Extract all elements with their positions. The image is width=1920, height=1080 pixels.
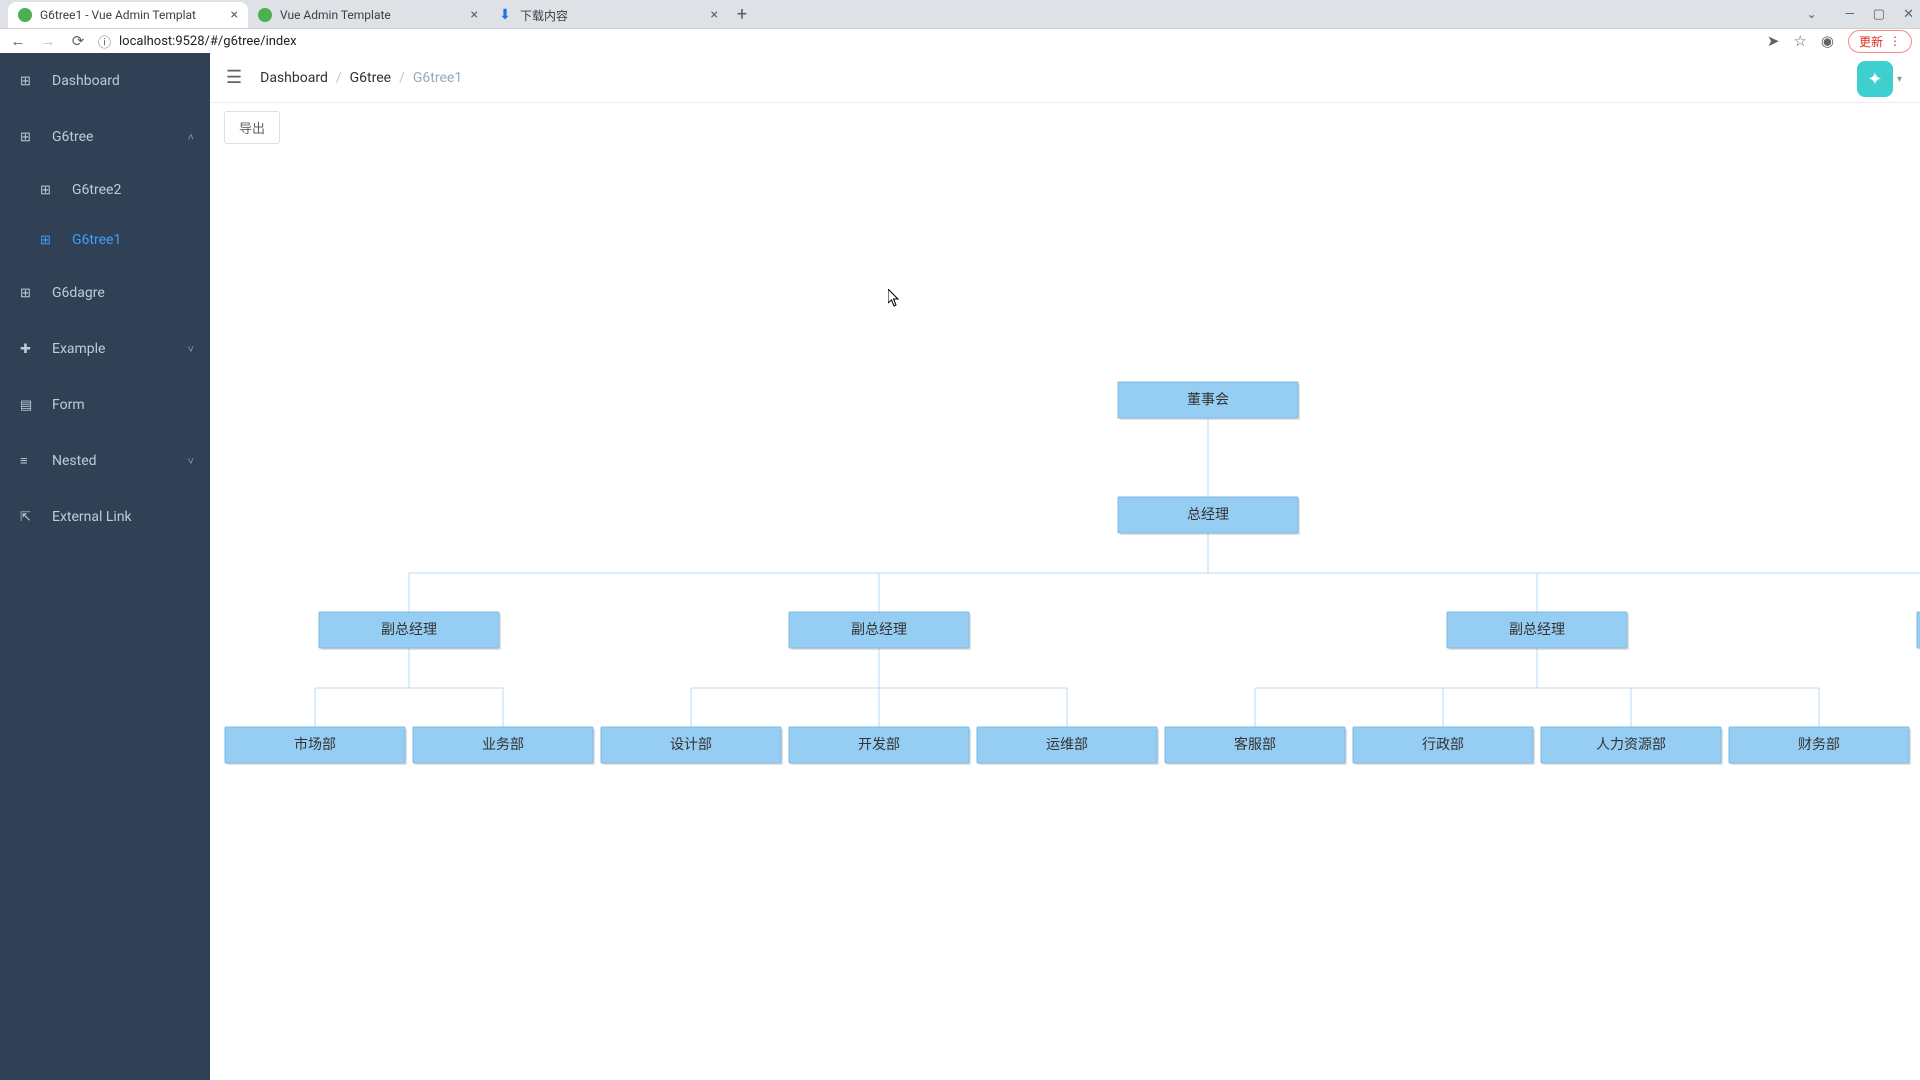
breadcrumb-current: G6tree1	[413, 70, 462, 86]
tree-icon: ⊞	[20, 130, 38, 145]
hamburger-icon[interactable]: ☰	[226, 67, 242, 88]
tree-icon: ⊞	[20, 286, 38, 301]
sidebar-item-external-link[interactable]: ⇱ External Link	[0, 489, 210, 545]
org-node-label: 董事会	[1187, 392, 1229, 408]
url-box[interactable]: ⓘ localhost:9528/#/g6tree/index	[98, 32, 1757, 51]
sidebar-item-g6tree[interactable]: ⊞ G6tree ˄	[0, 109, 210, 165]
sidebar: ⊞ Dashboard ⊞ G6tree ˄ ⊞ G6tree2 ⊞ G6tre…	[0, 53, 210, 1080]
download-icon: ⬇	[498, 8, 512, 22]
org-node-label: 市场部	[294, 736, 336, 753]
tree-icon: ⊞	[40, 183, 58, 198]
browser-tab[interactable]: ⬇ 下载内容 ×	[488, 2, 728, 28]
sidebar-item-form[interactable]: ▤ Form	[0, 377, 210, 433]
export-button[interactable]: 导出	[224, 111, 280, 144]
org-node-label: 客服部	[1234, 736, 1276, 753]
org-node-label: 总经理	[1187, 507, 1229, 523]
star-icon[interactable]: ☆	[1793, 32, 1806, 50]
org-node-label: 人力资源部	[1596, 737, 1666, 753]
chevron-down-icon: ˅	[188, 343, 194, 356]
browser-tab-active[interactable]: G6tree1 - Vue Admin Templat ×	[8, 2, 248, 28]
breadcrumb: Dashboard / G6tree / G6tree1	[260, 70, 462, 86]
sidebar-item-label: G6dagre	[52, 285, 105, 301]
send-icon[interactable]: ➤	[1767, 32, 1780, 50]
app-root: ⊞ Dashboard ⊞ G6tree ˄ ⊞ G6tree2 ⊞ G6tre…	[0, 53, 1920, 1080]
breadcrumb-item[interactable]: Dashboard	[260, 70, 328, 86]
profile-icon[interactable]: ◉	[1821, 32, 1834, 50]
avatar[interactable]: ✦	[1857, 61, 1893, 97]
window-maximize[interactable]: ▢	[1873, 7, 1885, 22]
sidebar-item-label: External Link	[52, 509, 132, 525]
forward-button[interactable]: →	[38, 32, 58, 50]
sidebar-item-g6dagre[interactable]: ⊞ G6dagre	[0, 265, 210, 321]
sidebar-item-example[interactable]: ✚ Example ˅	[0, 321, 210, 377]
sidebar-item-dashboard[interactable]: ⊞ Dashboard	[0, 53, 210, 109]
back-button[interactable]: ←	[8, 32, 28, 50]
sidebar-item-label: G6tree1	[72, 232, 121, 248]
sidebar-item-g6tree1[interactable]: ⊞ G6tree1	[0, 215, 210, 265]
sidebar-item-label: Example	[52, 341, 105, 357]
org-node-label: 业务部	[482, 737, 524, 753]
reload-button[interactable]: ⟳	[68, 32, 88, 50]
close-icon[interactable]: ×	[231, 7, 238, 23]
sidebar-item-label: Nested	[52, 453, 97, 469]
org-node-label: 副总经理	[381, 622, 437, 638]
window-controls: ⌄ — ▢ ✕	[1807, 0, 1914, 28]
close-icon[interactable]: ×	[471, 7, 478, 23]
org-chart-canvas[interactable]: 董事会总经理副总经理市场部 业务部 副总经理设计部 开发部 运维部 副总经理客服部 行政部 人…	[210, 152, 1920, 1080]
window-close[interactable]: ✕	[1903, 7, 1914, 22]
tree-icon: ⊞	[40, 233, 58, 248]
toolbar-right: ➤ ☆ ◉ 更新 ⋮	[1767, 30, 1912, 53]
dashboard-icon: ⊞	[20, 74, 38, 89]
favicon-vue	[18, 8, 32, 22]
sidebar-item-g6tree2[interactable]: ⊞ G6tree2	[0, 165, 210, 215]
update-label: 更新	[1859, 33, 1883, 50]
org-node-label: 设计部	[670, 737, 712, 753]
browser-tab[interactable]: Vue Admin Template ×	[248, 2, 488, 28]
org-node-label: 副总经理	[851, 622, 907, 638]
kebab-icon: ⋮	[1889, 34, 1901, 48]
update-button[interactable]: 更新 ⋮	[1848, 30, 1912, 53]
topbar: ☰ Dashboard / G6tree / G6tree1 ✦ ▾	[210, 53, 1920, 103]
org-tree-svg[interactable]: 董事会总经理副总经理市场部 业务部 副总经理设计部 开发部 运维部 副总经理客服部 行政部 人…	[210, 152, 1920, 1052]
breadcrumb-sep: /	[399, 70, 405, 86]
org-node-label: 运维部	[1046, 737, 1088, 753]
org-node-label: 财务部	[1798, 737, 1840, 753]
nested-icon: ≡	[20, 453, 38, 469]
favicon-vue	[258, 8, 272, 22]
form-icon: ▤	[20, 398, 38, 413]
site-info-icon[interactable]: ⓘ	[98, 32, 111, 51]
sidebar-item-label: Form	[52, 397, 85, 413]
breadcrumb-item[interactable]: G6tree	[350, 70, 391, 86]
toolbar: 导出	[210, 103, 1920, 152]
tab-title: 下载内容	[520, 7, 705, 24]
address-bar: ← → ⟳ ⓘ localhost:9528/#/g6tree/index ➤ …	[0, 28, 1920, 53]
org-node-label: 行政部	[1422, 737, 1464, 753]
sidebar-item-label: G6tree2	[72, 182, 121, 198]
breadcrumb-sep: /	[336, 70, 342, 86]
window-minimize[interactable]: —	[1845, 7, 1855, 22]
tab-title: G6tree1 - Vue Admin Templat	[40, 8, 225, 22]
caret-down-icon: ▾	[1897, 74, 1902, 85]
main-panel: ☰ Dashboard / G6tree / G6tree1 ✦ ▾ 导出 董事…	[210, 53, 1920, 1080]
close-icon[interactable]: ×	[711, 7, 718, 23]
browser-chrome: G6tree1 - Vue Admin Templat × Vue Admin …	[0, 0, 1920, 53]
chevron-down-icon[interactable]: ⌄	[1807, 7, 1817, 21]
chevron-down-icon: ˅	[188, 455, 194, 468]
chevron-up-icon: ˄	[188, 131, 194, 144]
org-node-label: 开发部	[858, 737, 900, 753]
external-link-icon: ⇱	[20, 510, 38, 525]
org-node-label: 副总经理	[1509, 622, 1565, 638]
plus-icon: ✚	[20, 342, 38, 357]
sidebar-item-nested[interactable]: ≡ Nested ˅	[0, 433, 210, 489]
sidebar-item-label: G6tree	[52, 129, 93, 145]
tab-title: Vue Admin Template	[280, 8, 465, 22]
url-text: localhost:9528/#/g6tree/index	[119, 34, 297, 49]
user-menu[interactable]: ✦ ▾	[1857, 61, 1902, 97]
new-tab-button[interactable]: +	[728, 0, 756, 28]
tab-strip: G6tree1 - Vue Admin Templat × Vue Admin …	[0, 0, 1920, 28]
sidebar-item-label: Dashboard	[52, 73, 120, 89]
